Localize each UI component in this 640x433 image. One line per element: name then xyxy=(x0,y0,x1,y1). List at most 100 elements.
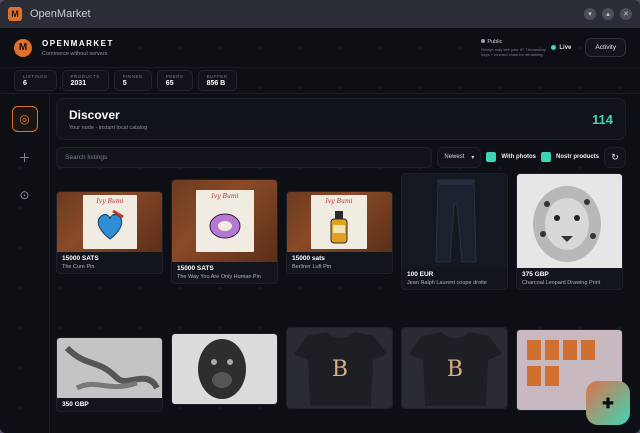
sidebar: ◎ ＋ ⊙ xyxy=(0,94,50,433)
listing-image: Ivy Bumi xyxy=(172,180,277,262)
discover-title: Discover xyxy=(69,107,120,122)
live-dot-icon xyxy=(551,45,557,50)
app-icon: M xyxy=(8,7,22,21)
discover-banner: Discover Your node · instant local catal… xyxy=(56,98,626,140)
stat-peers: PEERS 65 xyxy=(156,70,193,91)
listing-card[interactable]: Ivy Bumi 15000 SATS The Way You Are Only… xyxy=(171,179,278,284)
hand-pin-icon xyxy=(209,213,241,239)
public-status: Public Relays may see your IP. Throwaway… xyxy=(481,38,547,57)
pin-card: Ivy Bumi xyxy=(196,190,254,252)
sort-select[interactable]: Newest ▾ xyxy=(437,146,482,168)
heart-pin-icon xyxy=(97,209,124,240)
listing-title: The Cure Pin xyxy=(62,264,95,270)
listing-card[interactable]: Ivy Bumi 15000 sats Berliner Luft Pin xyxy=(286,191,393,274)
with-photos-label: With photos xyxy=(501,154,536,160)
listing-card[interactable]: B xyxy=(286,327,393,409)
search-input[interactable]: Search listings xyxy=(56,146,433,168)
nostr-products-label: Nostr products xyxy=(555,154,599,160)
brand-subtitle: Commerce without servers xyxy=(42,50,108,57)
public-title: Public xyxy=(487,38,503,45)
bottle-pin-icon xyxy=(330,211,348,244)
sort-value: Newest xyxy=(444,154,465,160)
leopard-drawing-image xyxy=(533,186,601,262)
stat-label: LISTINGS xyxy=(23,74,48,79)
stat-value: 6 xyxy=(23,80,27,87)
listing-card[interactable]: 350 GBP xyxy=(56,337,163,412)
listing-image: B xyxy=(287,328,392,408)
listing-card[interactable]: 375 GBP Charcoal Leopard Drawing Print xyxy=(516,173,623,290)
listing-price: 375 GBP xyxy=(522,271,549,278)
main-panel: Discover Your node · instant local catal… xyxy=(56,98,626,433)
stats-bar: LISTINGS 6 PRODUCTS 2031 PINNED 5 PEERS 65 B… xyxy=(0,68,640,94)
checkbox-icon xyxy=(486,152,497,162)
listing-image xyxy=(402,174,507,268)
listing-image xyxy=(57,338,162,398)
listing-price: 15000 SATS xyxy=(177,265,214,272)
chevron-down-icon: ▾ xyxy=(471,154,475,161)
listing-card[interactable]: 100 EUR Jean Ralph Laurent coupe droite xyxy=(401,173,508,290)
listing-image: B xyxy=(402,328,507,408)
stat-value: 65 xyxy=(165,80,174,87)
window-title: OpenMarket xyxy=(30,8,91,20)
live-label: Live xyxy=(559,44,572,51)
listing-price: 15000 sats xyxy=(292,255,325,262)
activity-button[interactable]: Activity xyxy=(585,38,626,57)
pin-card: Ivy Bumi xyxy=(83,195,137,249)
app-window: M OpenMarket ▾ ▴ ✕ M OPENMARKET Commerce… xyxy=(0,0,640,433)
tshirt-image: B xyxy=(409,332,502,406)
listing-card[interactable] xyxy=(171,333,278,405)
listing-title: Charcoal Leopard Drawing Print xyxy=(522,280,601,286)
stat-label: BUFFER xyxy=(206,74,228,79)
listing-image: Ivy Bumi xyxy=(57,192,162,252)
listing-image xyxy=(172,334,277,404)
discover-nav-icon[interactable]: ◎ xyxy=(11,106,38,132)
stat-value: 856 B xyxy=(206,80,226,87)
with-photos-toggle[interactable]: With photos xyxy=(486,152,536,162)
dog-drawing-image xyxy=(198,339,246,399)
listing-price: 100 EUR xyxy=(407,271,434,278)
stat-products: PRODUCTS 2031 xyxy=(61,70,109,91)
stat-pinned: PINNED 5 xyxy=(113,70,152,91)
minimize-icon[interactable]: ▾ xyxy=(584,8,596,20)
listing-price: 350 GBP xyxy=(62,401,89,408)
stat-label: PINNED xyxy=(122,74,143,79)
jeans-image xyxy=(435,179,477,263)
brand-logo-icon: M xyxy=(14,38,32,57)
pin-card: Ivy Bumi xyxy=(311,195,367,249)
listing-price: 15000 SATS xyxy=(62,255,99,262)
close-icon[interactable]: ✕ xyxy=(620,8,632,20)
checkbox-icon xyxy=(540,152,551,162)
add-listing-button[interactable]: ✚ xyxy=(586,381,630,425)
title-bar: M OpenMarket ▾ ▴ ✕ xyxy=(0,0,640,28)
app-header: M OPENMARKET Commerce without servers Pu… xyxy=(0,28,640,68)
discover-count: 114 xyxy=(592,111,613,127)
listing-card[interactable]: B xyxy=(401,327,508,409)
listing-title: Berliner Luft Pin xyxy=(292,264,332,270)
listing-image xyxy=(517,174,622,268)
tshirt-image: B xyxy=(294,332,387,406)
app-content: M OPENMARKET Commerce without servers Pu… xyxy=(0,28,640,433)
filter-toolbar: Search listings Newest ▾ With photos Nost… xyxy=(56,146,626,168)
monkey-drawing-image xyxy=(64,345,160,391)
stat-label: PRODUCTS xyxy=(70,74,100,79)
listing-image: Ivy Bumi xyxy=(287,192,392,252)
stat-value: 2031 xyxy=(70,80,87,87)
settings-nav-icon[interactable]: ⊙ xyxy=(12,182,38,208)
live-indicator: Live xyxy=(551,45,571,51)
public-description: Relays may see your IP. Throwaway keys +… xyxy=(481,46,546,57)
listing-title: Jean Ralph Laurent coupe droite xyxy=(407,280,487,286)
nostr-products-toggle[interactable]: Nostr products xyxy=(540,152,599,162)
refresh-button[interactable]: ↻ xyxy=(604,146,626,168)
public-dot-icon xyxy=(481,38,486,43)
stat-label: PEERS xyxy=(165,74,184,79)
listing-card[interactable]: Ivy Bumi 15000 SATS The Cure Pin xyxy=(56,191,163,274)
svg-text:B: B xyxy=(447,357,463,382)
add-nav-icon[interactable]: ＋ xyxy=(12,144,38,170)
stat-listings: LISTINGS 6 xyxy=(14,70,57,91)
stat-buffer: BUFFER 856 B xyxy=(197,70,237,91)
stat-value: 5 xyxy=(122,80,127,87)
brand-name: OPENMARKET xyxy=(42,38,114,48)
svg-text:B: B xyxy=(332,357,348,382)
listing-title: The Way You Are Only Human Pin xyxy=(177,274,261,280)
maximize-icon[interactable]: ▴ xyxy=(602,8,614,20)
